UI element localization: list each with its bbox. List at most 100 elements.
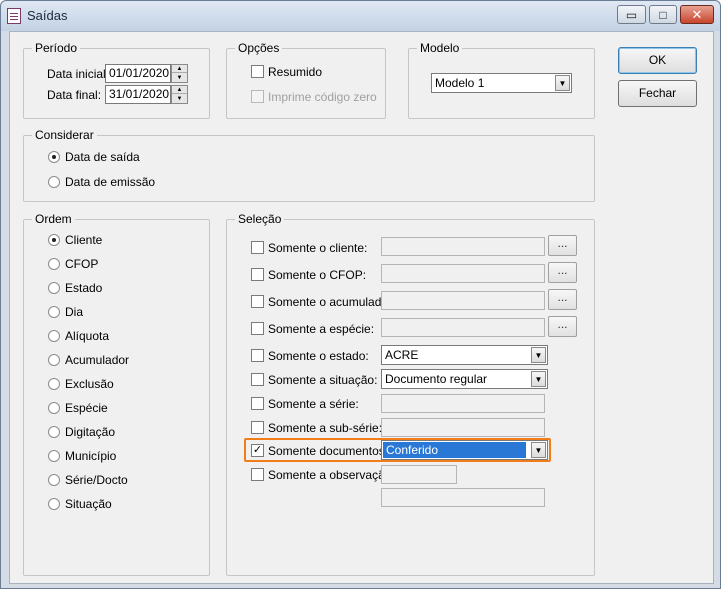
data-inicial-spinner[interactable]: ▲ ▼ — [171, 64, 188, 83]
ordem-option-label: Cliente — [65, 233, 103, 247]
ordem-group: Ordem Cliente CFOP Estado Dia Alíquota A… — [23, 212, 210, 576]
radio-ordem-acumulador[interactable] — [48, 354, 60, 366]
ordem-option-label: Acumulador — [65, 353, 130, 367]
ordem-option-label: Situação — [65, 497, 112, 511]
radio-ordem-digitacao[interactable] — [48, 426, 60, 438]
document-icon — [7, 8, 21, 24]
subserie-label: Somente a sub-série: — [268, 421, 383, 435]
close-button[interactable]: ✕ — [680, 5, 714, 24]
considerar-legend: Considerar — [32, 128, 97, 142]
serie-checkbox[interactable] — [251, 397, 264, 410]
situacao-select[interactable]: Documento regular ▼ — [381, 369, 548, 389]
spin-up-icon[interactable]: ▲ — [172, 65, 187, 73]
acumulador-browse-button[interactable]: ... — [548, 289, 577, 310]
data-inicial-input[interactable]: 01/01/2020 — [105, 64, 171, 83]
spin-up-icon[interactable]: ▲ — [172, 86, 187, 94]
documentos-select[interactable]: Conferido ▼ — [381, 440, 548, 460]
radio-ordem-cfop[interactable] — [48, 258, 60, 270]
spin-down-icon[interactable]: ▼ — [172, 74, 187, 82]
resumido-label: Resumido — [268, 65, 323, 79]
situacao-checkbox[interactable] — [251, 373, 264, 386]
radio-ordem-estado[interactable] — [48, 282, 60, 294]
modelo-select[interactable]: Modelo 1 ▼ — [431, 73, 572, 93]
observacao-checkbox[interactable] — [251, 468, 264, 481]
opcoes-legend: Opções — [235, 41, 283, 55]
opcoes-group: Opções Resumido Imprime código zero — [226, 41, 386, 119]
cfop-input[interactable] — [381, 264, 545, 283]
especie-checkbox[interactable] — [251, 322, 264, 335]
observacao-input[interactable] — [381, 465, 457, 484]
subserie-checkbox[interactable] — [251, 421, 264, 434]
data-final-input[interactable]: 31/01/2020 — [105, 85, 171, 104]
ordem-option-label: Estado — [65, 281, 103, 295]
selecao-legend: Seleção — [235, 212, 285, 226]
chevron-down-icon[interactable]: ▼ — [531, 442, 546, 458]
radio-ordem-especie[interactable] — [48, 402, 60, 414]
radio-ordem-serie-docto[interactable] — [48, 474, 60, 486]
chevron-down-icon[interactable]: ▼ — [555, 75, 570, 91]
especie-input[interactable] — [381, 318, 545, 337]
radio-data-saida[interactable] — [48, 151, 60, 163]
radio-ordem-situacao[interactable] — [48, 498, 60, 510]
cfop-label: Somente o CFOP: — [268, 268, 367, 282]
radio-ordem-municipio[interactable] — [48, 450, 60, 462]
serie-label: Somente a série: — [268, 397, 359, 411]
serie-input[interactable] — [381, 394, 545, 413]
data-inicial-label: Data inicial: — [47, 67, 110, 81]
modelo-value: Modelo 1 — [435, 76, 485, 90]
acumulador-label: Somente o acumulador: — [268, 295, 396, 309]
ordem-option-label: CFOP — [65, 257, 99, 271]
ok-button[interactable]: OK — [618, 47, 697, 74]
acumulador-input[interactable] — [381, 291, 545, 310]
modelo-legend: Modelo — [417, 41, 463, 55]
cliente-label: Somente o cliente: — [268, 241, 368, 255]
resumido-checkbox[interactable] — [251, 65, 264, 78]
documentos-label: Somente documentos: — [268, 444, 389, 458]
saidas-window: Saídas ▭ □ ✕ Período Data inicial: 01/01… — [0, 0, 721, 589]
situacao-value: Documento regular — [385, 372, 488, 386]
observacao-label: Somente a observação: — [268, 468, 395, 482]
ordem-option-label: Digitação — [65, 425, 116, 439]
estado-label: Somente o estado: — [268, 349, 369, 363]
ordem-option-label: Alíquota — [65, 329, 110, 343]
radio-ordem-dia[interactable] — [48, 306, 60, 318]
radio-data-emissao[interactable] — [48, 176, 60, 188]
minimize-button[interactable]: ▭ — [617, 5, 646, 24]
observacao-extra-input[interactable] — [381, 488, 545, 507]
estado-checkbox[interactable] — [251, 349, 264, 362]
spin-down-icon[interactable]: ▼ — [172, 95, 187, 103]
documentos-checkbox[interactable]: ✓ — [251, 444, 264, 457]
considerar-option-label: Data de emissão — [65, 175, 156, 189]
cfop-checkbox[interactable] — [251, 268, 264, 281]
estado-select[interactable]: ACRE ▼ — [381, 345, 548, 365]
periodo-group: Período Data inicial: 01/01/2020 ▲ ▼ Dat… — [23, 41, 210, 119]
selecao-group: Seleção Somente o cliente: ... Somente o… — [226, 212, 595, 576]
radio-ordem-exclusao[interactable] — [48, 378, 60, 390]
ordem-option-label: Série/Docto — [65, 473, 128, 487]
imprime-codigo-zero-label: Imprime código zero — [268, 90, 377, 104]
imprime-codigo-zero-checkbox[interactable] — [251, 90, 264, 103]
ordem-option-label: Dia — [65, 305, 84, 319]
ordem-legend: Ordem — [32, 212, 75, 226]
ordem-option-label: Município — [65, 449, 117, 463]
cliente-checkbox[interactable] — [251, 241, 264, 254]
dialog-body: Período Data inicial: 01/01/2020 ▲ ▼ Dat… — [9, 31, 714, 584]
documentos-value: Conferido — [383, 442, 526, 458]
maximize-button[interactable]: □ — [649, 5, 677, 24]
especie-browse-button[interactable]: ... — [548, 316, 577, 337]
fechar-button[interactable]: Fechar — [618, 80, 697, 107]
cliente-browse-button[interactable]: ... — [548, 235, 577, 256]
cfop-browse-button[interactable]: ... — [548, 262, 577, 283]
close-icon: ✕ — [691, 7, 703, 22]
especie-label: Somente a espécie: — [268, 322, 375, 336]
acumulador-checkbox[interactable] — [251, 295, 264, 308]
chevron-down-icon[interactable]: ▼ — [531, 371, 546, 387]
title-bar: Saídas ▭ □ ✕ — [1, 1, 720, 31]
data-final-spinner[interactable]: ▲ ▼ — [171, 85, 188, 104]
ordem-option-label: Espécie — [65, 401, 108, 415]
radio-ordem-aliquota[interactable] — [48, 330, 60, 342]
radio-ordem-cliente[interactable] — [48, 234, 60, 246]
subserie-input[interactable] — [381, 418, 545, 437]
cliente-input[interactable] — [381, 237, 545, 256]
chevron-down-icon[interactable]: ▼ — [531, 347, 546, 363]
